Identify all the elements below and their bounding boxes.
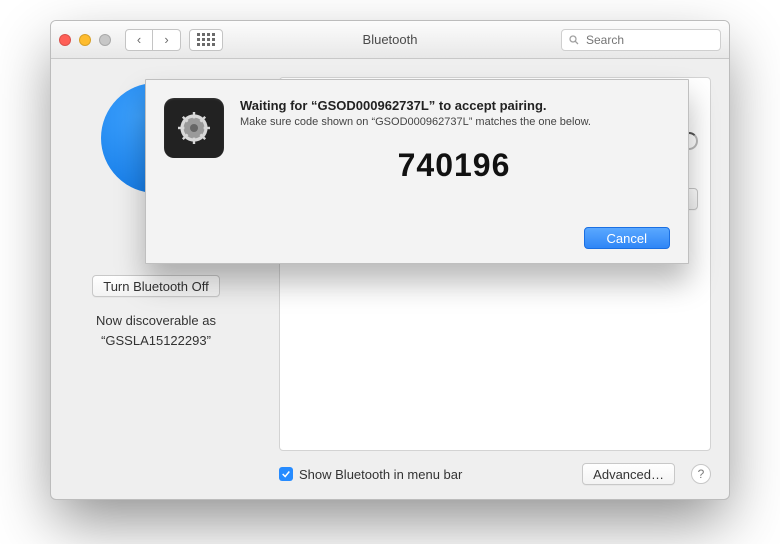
system-preferences-icon [164, 98, 224, 158]
discoverable-line2: “GSSLA15122293” [96, 331, 216, 351]
nav-buttons: ‹ › [125, 29, 181, 51]
pairing-code: 740196 [240, 147, 668, 184]
pairing-subtitle: Make sure code shown on “GSOD000962737L”… [240, 115, 668, 129]
search-input[interactable] [584, 32, 714, 48]
forward-button[interactable]: › [153, 29, 181, 51]
discoverable-line1: Now discoverable as [96, 311, 216, 331]
close-window-button[interactable] [59, 34, 71, 46]
chevron-left-icon: ‹ [137, 32, 141, 47]
pairing-sheet: Waiting for “GSOD000962737L” to accept p… [145, 79, 689, 264]
search-icon [568, 34, 580, 46]
window-controls [59, 34, 111, 46]
pairing-title: Waiting for “GSOD000962737L” to accept p… [240, 98, 668, 113]
show-all-button[interactable] [189, 29, 223, 51]
window-titlebar: ‹ › Bluetooth [51, 21, 729, 59]
zoom-window-button[interactable] [99, 34, 111, 46]
grid-icon [197, 33, 215, 46]
help-icon: ? [698, 467, 705, 481]
chevron-right-icon: › [164, 32, 168, 47]
show-in-menu-bar-checkbox[interactable] [279, 467, 293, 481]
bluetooth-preferences-window: ‹ › Bluetooth Turn Bluetooth Off [50, 20, 730, 500]
checkmark-icon [281, 469, 291, 479]
back-button[interactable]: ‹ [125, 29, 153, 51]
toggle-bluetooth-button[interactable]: Turn Bluetooth Off [92, 275, 220, 297]
help-button[interactable]: ? [691, 464, 711, 484]
advanced-button[interactable]: Advanced… [582, 463, 675, 485]
show-in-menu-bar-label: Show Bluetooth in menu bar [299, 467, 462, 482]
minimize-window-button[interactable] [79, 34, 91, 46]
footer-bar: Show Bluetooth in menu bar Advanced… ? [279, 463, 711, 485]
discoverable-text: Now discoverable as “GSSLA15122293” [96, 311, 216, 351]
cancel-button[interactable]: Cancel [584, 227, 670, 249]
search-field[interactable] [561, 29, 721, 51]
